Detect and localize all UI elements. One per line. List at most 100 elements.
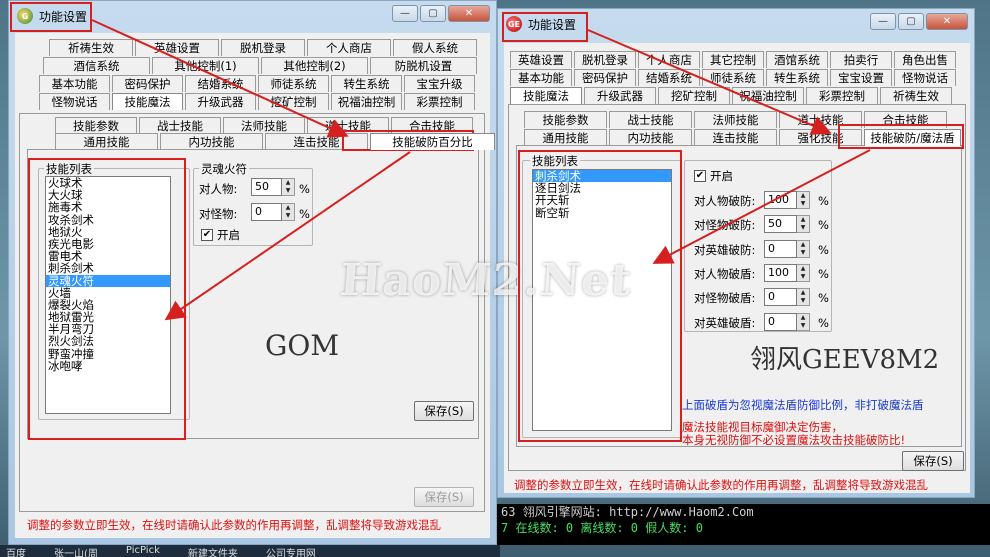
tab[interactable]: 法师技能 — [694, 111, 777, 128]
enable-checkbox[interactable]: ✔ 开启 — [201, 227, 240, 243]
input-value[interactable]: 0 — [251, 203, 282, 221]
input-value[interactable]: 0 — [764, 312, 797, 331]
tab[interactable]: 技能魔法 — [510, 87, 582, 104]
tab[interactable]: 内功技能 — [609, 129, 692, 146]
tab[interactable]: 其它控制 — [702, 51, 764, 68]
save-button[interactable]: 保存(S) — [414, 401, 474, 421]
spin-arrows-icon[interactable]: ▲ ▼ — [282, 178, 295, 196]
taskbar-item[interactable]: 张一山(周 — [54, 545, 98, 557]
tab[interactable]: 酒馆系统 — [766, 51, 828, 68]
minimize-button[interactable]: — — [392, 5, 418, 22]
tab[interactable]: 英雄设置 — [135, 39, 219, 56]
spin-arrows-icon[interactable]: ▲ ▼ — [282, 203, 295, 221]
maximize-button[interactable]: ▢ — [898, 13, 924, 30]
close-button[interactable]: ✕ — [448, 5, 490, 22]
minimize-button[interactable]: — — [870, 13, 896, 30]
field-label: 对英雄破盾: — [694, 315, 756, 330]
tab[interactable]: 彩票控制 — [404, 93, 475, 110]
input-value[interactable]: 50 — [764, 215, 797, 234]
percent-input[interactable]: 100 ▲ ▼ — [764, 263, 810, 282]
tab[interactable]: 角色出售 — [894, 51, 956, 68]
tab[interactable]: 个人商店 — [307, 39, 391, 56]
spin-arrows-icon[interactable]: ▲ ▼ — [797, 191, 810, 209]
tab[interactable]: 英雄设置 — [510, 51, 572, 68]
input-value[interactable]: 0 — [764, 288, 797, 307]
enable-checkbox[interactable]: ✔ 开启 — [694, 168, 733, 184]
checkbox-check-icon[interactable]: ✔ — [694, 170, 706, 182]
input-value[interactable]: 100 — [764, 191, 797, 209]
tab[interactable]: 宝宝升级 — [404, 75, 475, 92]
tab[interactable]: 技能参数 — [55, 117, 137, 134]
tab[interactable]: 脱机登录 — [574, 51, 636, 68]
percent-input[interactable]: 0 ▲ ▼ — [764, 288, 810, 307]
skill-param-title: 灵魂火符 — [199, 161, 249, 177]
taskbar-item[interactable]: 公司专用网 — [266, 545, 316, 557]
taskbar-item[interactable]: 百度 — [6, 545, 26, 557]
input-value[interactable]: 100 — [764, 263, 797, 282]
tab[interactable]: 酒信系统 — [43, 57, 150, 74]
percent-input[interactable]: 50 ▲ ▼ — [764, 215, 810, 234]
close-button[interactable]: ✕ — [926, 13, 968, 30]
tab[interactable]: 假人系统 — [393, 39, 477, 56]
tab[interactable]: 个人商店 — [638, 51, 700, 68]
tab[interactable]: 祝福油控制 — [331, 93, 402, 110]
tab[interactable]: 转生系统 — [766, 69, 828, 86]
percent-input[interactable]: 0 ▲ ▼ — [764, 239, 810, 258]
tab[interactable]: 通用技能 — [55, 133, 158, 150]
tab[interactable]: 彩票控制 — [806, 87, 878, 104]
percent-input[interactable]: 100 ▲ ▼ — [764, 191, 810, 209]
tab[interactable]: 宝宝设置 — [830, 69, 892, 86]
tab[interactable]: 防脱机设置 — [370, 57, 477, 74]
tab[interactable]: 转生系统 — [331, 75, 402, 92]
tab[interactable]: 密码保护 — [112, 75, 183, 92]
tab[interactable]: 升级武器 — [185, 93, 256, 110]
tab[interactable]: 怪物说话 — [894, 69, 956, 86]
spin-arrows-icon[interactable]: ▲ ▼ — [797, 288, 810, 307]
spin-arrows-icon[interactable]: ▲ ▼ — [797, 263, 810, 282]
spin-arrows-icon[interactable]: ▲ ▼ — [797, 239, 810, 258]
tab[interactable]: 挖矿控制 — [258, 93, 329, 110]
highlight-left-title — [10, 2, 92, 32]
monster-percent-input[interactable]: 0 ▲ ▼ — [251, 203, 295, 221]
tab[interactable]: 师徒系统 — [702, 69, 764, 86]
input-value[interactable]: 0 — [764, 239, 797, 258]
tab[interactable]: 结婚系统 — [638, 69, 700, 86]
tab[interactable]: 基本功能 — [510, 69, 572, 86]
tab[interactable]: 战士技能 — [609, 111, 692, 128]
tab[interactable]: 拍卖行 — [830, 51, 892, 68]
person-percent-input[interactable]: 50 ▲ ▼ — [251, 178, 295, 196]
tab[interactable]: 基本功能 — [39, 75, 110, 92]
tab[interactable]: 法师技能 — [223, 117, 305, 134]
percent-input[interactable]: 0 ▲ ▼ — [764, 312, 810, 331]
red-note-2: 本身无视防御不必设置魔法攻击技能破防比! — [682, 433, 906, 447]
tab[interactable]: 通用技能 — [524, 129, 607, 146]
tab[interactable]: 技能魔法 — [112, 93, 183, 110]
tab[interactable]: 升级武器 — [584, 87, 656, 104]
tab[interactable]: 技能破防/魔法盾 — [864, 129, 961, 146]
tab[interactable]: 密码保护 — [574, 69, 636, 86]
tab[interactable]: 挖矿控制 — [658, 87, 730, 104]
tab[interactable]: 祈祷生效 — [880, 87, 952, 104]
save-button-disabled[interactable]: 保存(S) — [414, 487, 474, 507]
tab[interactable]: 祝福油控制 — [732, 87, 804, 104]
maximize-button[interactable]: ▢ — [420, 5, 446, 22]
tab[interactable]: 连击技能 — [694, 129, 777, 146]
input-value[interactable]: 50 — [251, 178, 282, 196]
spin-arrows-icon[interactable]: ▲ ▼ — [797, 215, 810, 234]
tab[interactable]: 战士技能 — [139, 117, 221, 134]
tab[interactable]: 其他控制(1) — [152, 57, 259, 74]
spin-arrows-icon[interactable]: ▲ ▼ — [797, 312, 810, 331]
tab[interactable]: 脱机登录 — [221, 39, 305, 56]
taskbar-item[interactable]: PicPick — [126, 545, 160, 557]
taskbar-item[interactable]: 新建文件夹 — [188, 545, 238, 557]
tab[interactable]: 怪物说话 — [39, 93, 110, 110]
tab[interactable]: 其他控制(2) — [261, 57, 368, 74]
checkbox-check-icon[interactable]: ✔ — [201, 229, 213, 241]
save-button[interactable]: 保存(S) — [902, 451, 964, 471]
tab[interactable]: 技能参数 — [524, 111, 607, 128]
tab[interactable]: 师徒系统 — [258, 75, 329, 92]
tab[interactable]: 内功技能 — [160, 133, 263, 150]
tab[interactable]: 祈祷生效 — [49, 39, 133, 56]
tab[interactable]: 结婚系统 — [185, 75, 256, 92]
tab[interactable]: 技能破防百分比 — [370, 133, 495, 150]
